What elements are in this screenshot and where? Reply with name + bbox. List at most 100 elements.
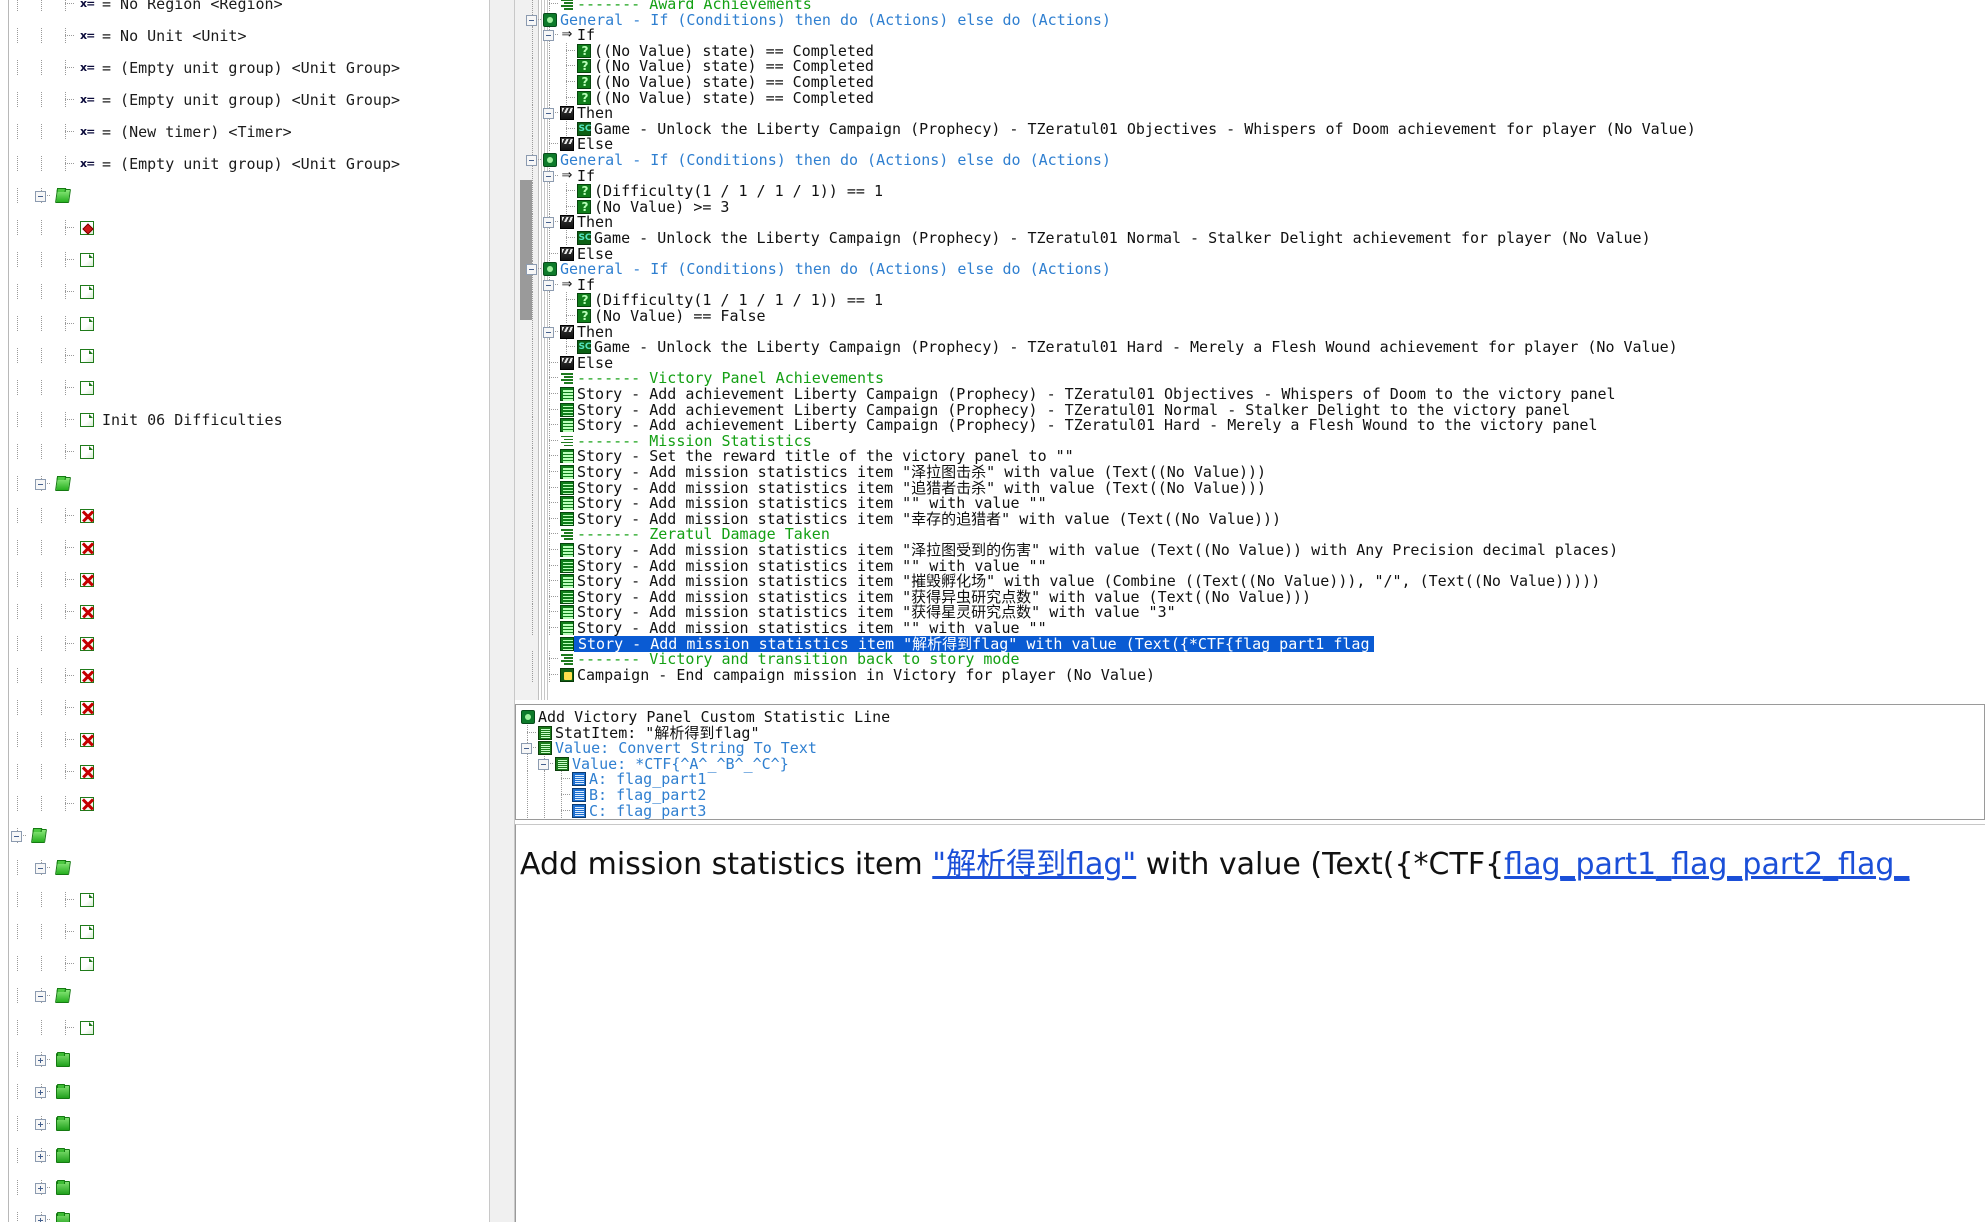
tree-row[interactable]	[0, 316, 489, 332]
tree-row[interactable]: x= = (Empty unit group) <Unit Group>	[0, 92, 489, 108]
trigger-disabled-icon[interactable]	[80, 669, 94, 683]
tree-row[interactable]	[0, 892, 489, 908]
trigger-disabled-icon[interactable]	[80, 573, 94, 587]
action-icon[interactable]	[560, 621, 574, 635]
parameter-value-icon[interactable]	[572, 803, 586, 818]
trigger-icon[interactable]	[80, 253, 94, 267]
tree-row[interactable]	[0, 796, 489, 812]
tree-row[interactable]	[0, 508, 489, 524]
tree-row[interactable]	[0, 444, 489, 460]
tree-row[interactable]	[0, 764, 489, 780]
expression-text[interactable]: Add mission statistics item "解析得到flag" w…	[520, 845, 1909, 885]
tree-row[interactable]	[0, 636, 489, 652]
tree-expander[interactable]	[35, 1215, 46, 1222]
statement-expander[interactable]	[543, 326, 554, 338]
tree-row[interactable]	[0, 1180, 489, 1196]
trigger-disabled-icon[interactable]	[80, 797, 94, 811]
tree-row[interactable]	[0, 220, 489, 236]
tree-expander[interactable]	[35, 991, 46, 1002]
tree-row[interactable]	[0, 860, 489, 876]
action-icon[interactable]	[560, 574, 574, 589]
condition-icon[interactable]	[577, 199, 592, 215]
condition-icon[interactable]	[577, 183, 592, 199]
tree-row[interactable]: x= = (Empty unit group) <Unit Group>	[0, 156, 489, 172]
folder-icon[interactable]	[56, 1052, 70, 1067]
tree-row[interactable]	[0, 284, 489, 300]
action-icon[interactable]	[560, 511, 574, 526]
trigger-icon[interactable]	[80, 381, 94, 395]
trigger-disabled-icon[interactable]	[80, 637, 94, 651]
folder-open-icon[interactable]	[55, 189, 71, 203]
gear-icon[interactable]	[543, 12, 557, 27]
tree-expander[interactable]	[35, 479, 46, 490]
folder-icon[interactable]	[56, 1180, 70, 1195]
trigger-icon[interactable]	[80, 349, 94, 363]
statement-expander[interactable]	[526, 14, 537, 26]
tree-row[interactable]: Init 06 Difficulties	[0, 412, 489, 428]
statement-expander[interactable]	[543, 108, 554, 120]
parameter-expander[interactable]	[538, 758, 549, 770]
statement-expander[interactable]	[526, 155, 537, 166]
folder-open-icon[interactable]	[55, 477, 71, 491]
trigger-icon[interactable]	[80, 893, 94, 907]
tree-expander[interactable]	[11, 831, 22, 842]
tree-row[interactable]	[0, 1052, 489, 1068]
tree-row[interactable]: x= = (Empty unit group) <Unit Group>	[0, 60, 489, 76]
tree-row[interactable]: x= = No Region <Region>	[0, 0, 489, 12]
tree-row[interactable]	[0, 1084, 489, 1100]
trigger-disabled-icon[interactable]	[80, 605, 94, 619]
action-icon[interactable]	[560, 496, 574, 511]
folder-icon[interactable]	[56, 1084, 70, 1099]
trigger-icon[interactable]	[80, 445, 94, 459]
trigger-disabled-icon[interactable]	[80, 541, 94, 555]
trigger-disabled-icon[interactable]	[80, 765, 94, 779]
tree-row[interactable]	[0, 988, 489, 1004]
tree-expander[interactable]	[35, 1119, 46, 1130]
trigger-icon[interactable]	[80, 285, 94, 299]
tree-row[interactable]: x= = No Unit <Unit>	[0, 28, 489, 44]
parameter-value-icon[interactable]	[572, 788, 586, 802]
starcraft-action-icon[interactable]	[577, 339, 592, 355]
variable-icon[interactable]: x=	[80, 61, 96, 75]
trigger-statement-row[interactable]: Story - Add mission statistics item "解析得…	[560, 635, 1559, 652]
trigger-content-pane[interactable]: ------- Award Achievements General - If (…	[515, 0, 1985, 700]
trigger-icon[interactable]	[80, 957, 94, 971]
tree-row[interactable]	[0, 1116, 489, 1132]
tree-row[interactable]	[0, 1020, 489, 1036]
campaign-action-icon[interactable]	[560, 667, 574, 682]
tree-expander[interactable]	[35, 863, 46, 874]
parameter-value-icon[interactable]	[572, 772, 586, 787]
action-icon[interactable]	[560, 465, 574, 479]
starcraft-action-icon[interactable]	[577, 230, 592, 246]
trigger-disabled-icon[interactable]	[80, 509, 94, 523]
action-icon[interactable]	[560, 480, 574, 495]
tree-row[interactable]	[0, 604, 489, 620]
expression-link[interactable]: _	[1656, 847, 1671, 882]
starcraft-action-icon[interactable]	[577, 121, 592, 137]
tree-row[interactable]	[0, 1212, 489, 1222]
variable-icon[interactable]: x=	[80, 29, 96, 43]
trigger-tree-rows[interactable]: x= = No Region <Region> x= = No Unit <Unit>…	[0, 0, 489, 1222]
expression-link[interactable]: flag_	[1838, 847, 1909, 882]
tree-expander[interactable]	[35, 1087, 46, 1098]
expression-link[interactable]: flag_part1	[1504, 847, 1656, 882]
statement-expander[interactable]	[543, 279, 554, 291]
statement-expander[interactable]	[543, 217, 554, 229]
condition-icon[interactable]	[577, 58, 592, 74]
tree-row[interactable]: x= = (New timer) <Timer>	[0, 124, 489, 140]
tree-expander[interactable]	[35, 1055, 46, 1066]
parameter-icon[interactable]	[538, 725, 552, 740]
trigger-icon[interactable]	[80, 317, 94, 331]
action-icon[interactable]	[560, 402, 574, 417]
parameter-icon[interactable]	[538, 741, 552, 756]
tree-row[interactable]	[0, 252, 489, 268]
tree-row[interactable]	[0, 828, 489, 844]
tree-row[interactable]	[0, 188, 489, 204]
statement-expander[interactable]	[543, 30, 554, 42]
action-icon[interactable]	[560, 387, 574, 401]
variable-icon[interactable]: x=	[80, 0, 96, 11]
folder-icon[interactable]	[56, 1212, 70, 1222]
parameter-icon[interactable]	[555, 756, 569, 771]
action-icon[interactable]	[560, 589, 574, 604]
gear-icon[interactable]	[543, 262, 557, 277]
